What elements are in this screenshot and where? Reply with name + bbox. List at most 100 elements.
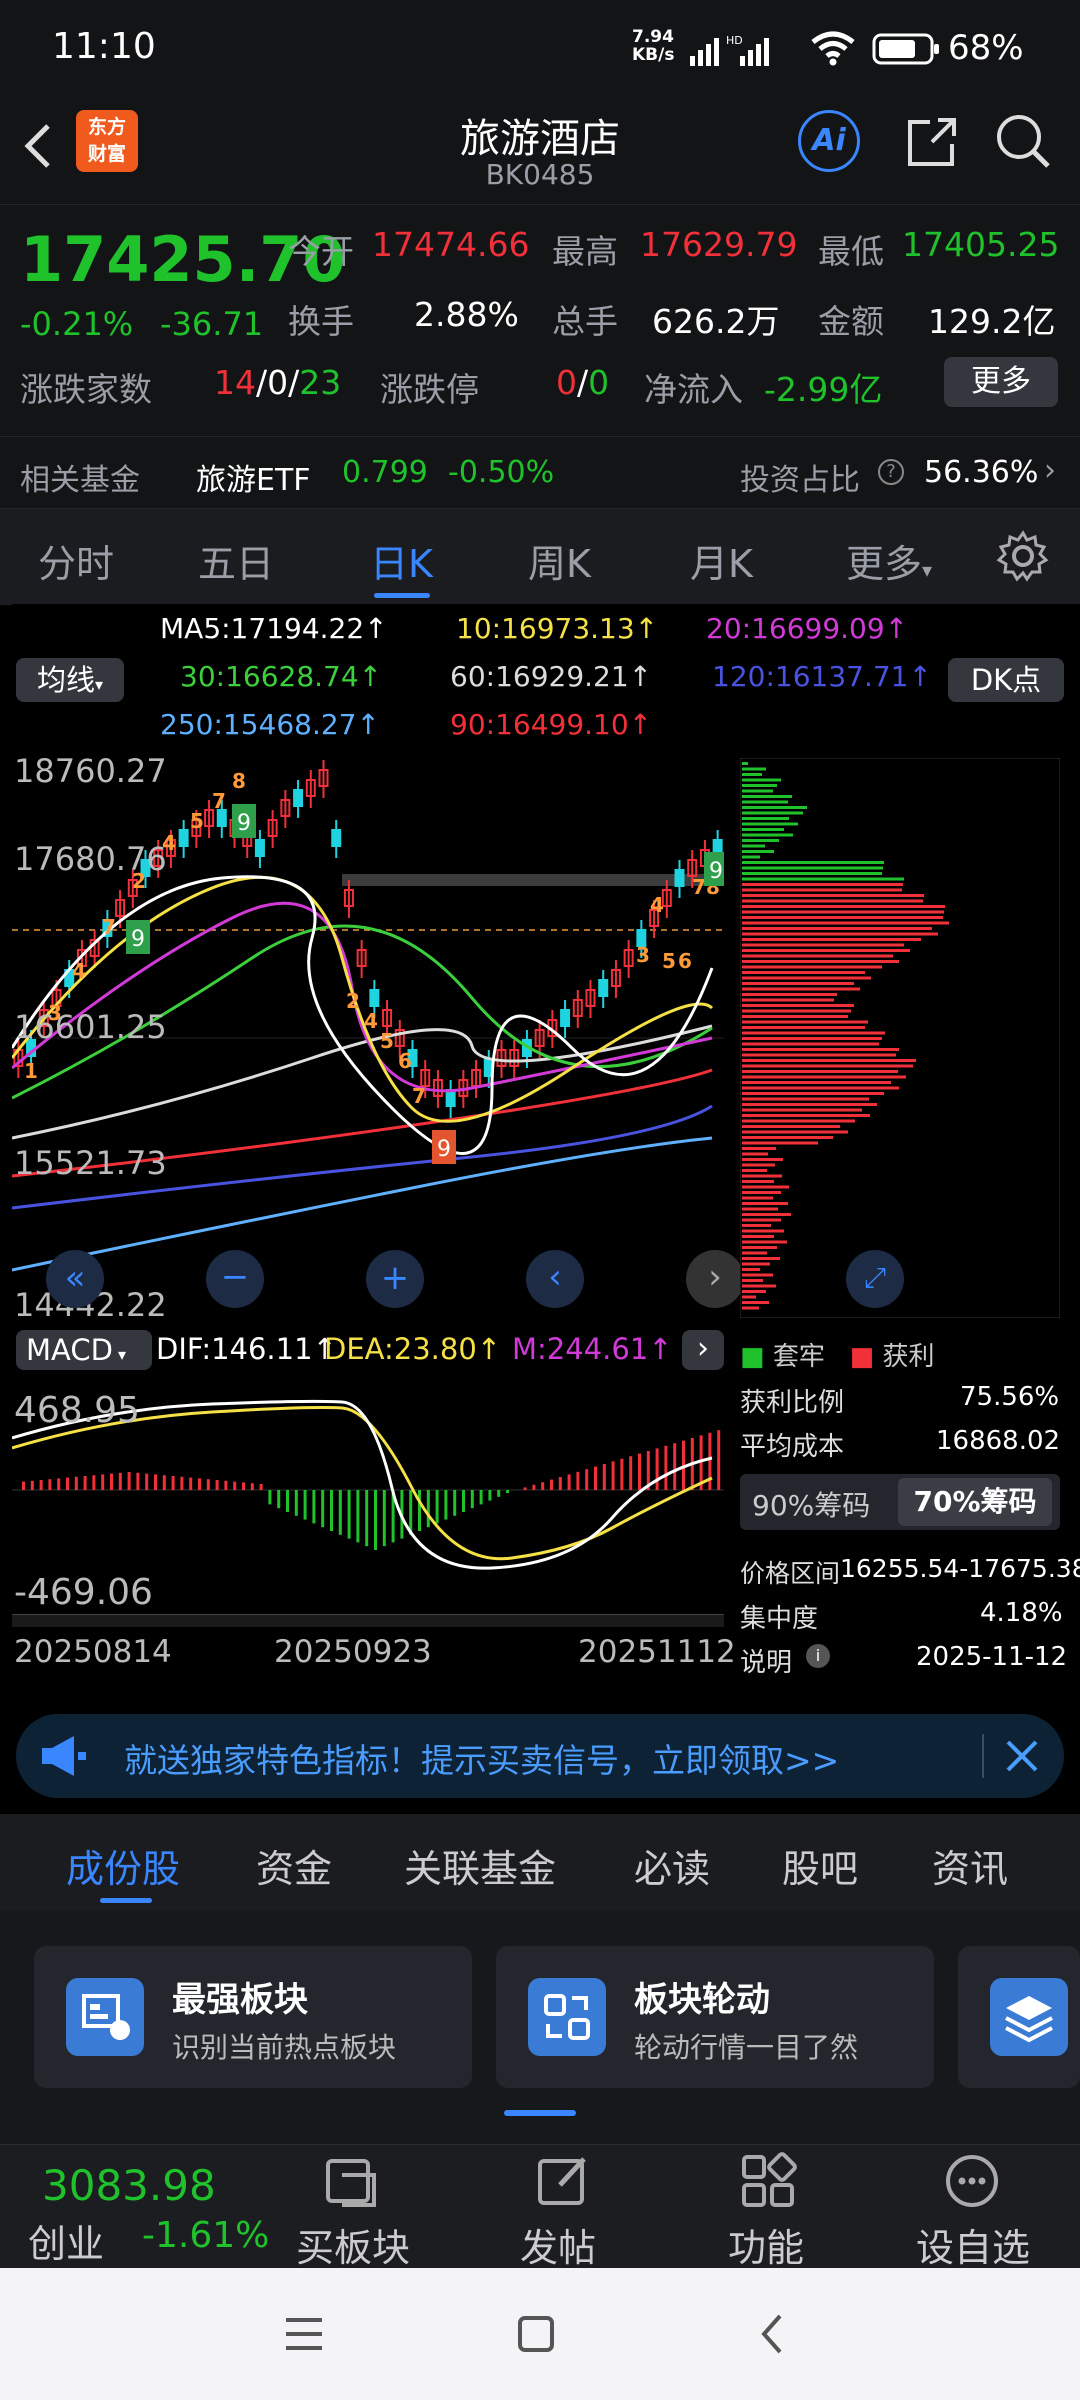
chip-bar bbox=[742, 1218, 781, 1222]
tab-constituents[interactable]: 成份股 bbox=[66, 1838, 180, 1893]
chip-tab-90[interactable]: 90%筹码 bbox=[752, 1484, 870, 1524]
tab-forum[interactable]: 股吧 bbox=[782, 1838, 858, 1893]
zoom-in-icon[interactable]: + bbox=[366, 1250, 424, 1308]
macd-bar bbox=[673, 1443, 677, 1490]
macd-bar bbox=[365, 1490, 369, 1547]
bottom-toolbar: 3083.98 创业 -1.61% 买板块 发帖 功能 设自选 bbox=[0, 2144, 1080, 2272]
menu-icon[interactable] bbox=[282, 2312, 326, 2360]
macd-bar bbox=[321, 1490, 325, 1528]
clock: 11:10 bbox=[52, 26, 156, 67]
open-value: 17474.66 bbox=[372, 225, 530, 264]
ai-button[interactable]: Ai bbox=[798, 110, 860, 172]
tab-daily-k[interactable]: 日K bbox=[370, 533, 433, 588]
chip-bar bbox=[742, 1180, 774, 1183]
macd-bar bbox=[277, 1490, 281, 1509]
macd-bar bbox=[171, 1476, 175, 1490]
ma5-label: MA5:17194.22↑ bbox=[160, 612, 388, 645]
chip-bar bbox=[742, 811, 803, 815]
chip-bar bbox=[742, 1081, 891, 1084]
chip-bar bbox=[742, 982, 854, 985]
chip-bar bbox=[742, 839, 779, 842]
back-nav-icon[interactable] bbox=[752, 2312, 796, 2360]
chip-bar bbox=[742, 1064, 913, 1068]
settings-gear-icon[interactable] bbox=[996, 529, 1050, 587]
chip-tab-70[interactable]: 70%筹码 bbox=[898, 1478, 1052, 1526]
macd-bottom-tick: -469.06 bbox=[14, 1572, 153, 1613]
macd-bar bbox=[30, 1480, 34, 1490]
scroll-right-icon[interactable]: › bbox=[686, 1250, 744, 1308]
tab-must-read[interactable]: 必读 bbox=[634, 1838, 710, 1893]
function-button[interactable]: 功能 bbox=[728, 2217, 804, 2272]
chip-bar bbox=[742, 916, 943, 919]
chip-bar bbox=[742, 1059, 916, 1062]
chip-bar bbox=[742, 1174, 782, 1178]
chip-bar bbox=[742, 1119, 855, 1123]
macd-selector[interactable]: MACD ▾ bbox=[16, 1330, 152, 1370]
tab-intraday[interactable]: 分时 bbox=[38, 533, 114, 588]
tab-more[interactable]: 更多▾ bbox=[846, 533, 932, 588]
svg-text:5: 5 bbox=[190, 809, 204, 833]
tab-capital[interactable]: 资金 bbox=[256, 1838, 332, 1893]
fund-name[interactable]: 旅游ETF bbox=[196, 455, 311, 499]
chip-bar bbox=[742, 1306, 759, 1310]
chip-bar bbox=[742, 833, 793, 837]
divider bbox=[982, 1734, 984, 1778]
add-watchlist-button[interactable]: 设自选 bbox=[916, 2217, 1030, 2272]
macd-dif: DIF:146.11↑ bbox=[156, 1332, 337, 1366]
macd-bar bbox=[585, 1469, 589, 1490]
ma250-label: 250:15468.27↑ bbox=[160, 708, 380, 741]
zoom-out-icon[interactable]: − bbox=[206, 1250, 264, 1308]
date-tick-1: 20250814 bbox=[14, 1634, 172, 1670]
search-icon[interactable] bbox=[994, 112, 1054, 176]
tab-news[interactable]: 资讯 bbox=[932, 1838, 1008, 1893]
svg-text:5: 5 bbox=[662, 949, 676, 973]
chip-distribution-plot bbox=[740, 758, 1060, 1318]
info-icon[interactable]: i bbox=[806, 1644, 830, 1668]
chip-bar bbox=[742, 910, 944, 914]
ma-selector[interactable]: 均线▾ bbox=[16, 658, 124, 702]
card-strongest-sector[interactable]: 最强板块 识别当前热点板块 bbox=[34, 1946, 472, 2088]
card-sector-rotation[interactable]: 板块轮动 轮动行情一目了然 bbox=[496, 1946, 934, 2088]
chip-bar bbox=[742, 1229, 784, 1233]
card-partial[interactable] bbox=[958, 1946, 1080, 2088]
buy-sector-button[interactable]: 买板块 bbox=[296, 2217, 410, 2272]
change-pct: -0.21% bbox=[20, 305, 134, 343]
macd-bar bbox=[303, 1490, 307, 1520]
chip-bar bbox=[742, 905, 945, 908]
tab-weekly-k[interactable]: 周K bbox=[528, 533, 591, 588]
index-value[interactable]: 3083.98 bbox=[42, 2161, 216, 2210]
amount-label: 金额 bbox=[818, 302, 884, 341]
chip-bar bbox=[742, 800, 788, 804]
avg-cost-label: 平均成本 bbox=[740, 1432, 845, 1462]
price-tick-2: 17680.76 bbox=[14, 840, 167, 878]
macd-bar bbox=[717, 1430, 721, 1490]
layers-icon bbox=[990, 1978, 1068, 2056]
more-button[interactable]: 更多 bbox=[944, 357, 1058, 407]
close-icon[interactable] bbox=[1000, 1734, 1044, 1782]
scroll-left-icon[interactable]: ‹ bbox=[526, 1250, 584, 1308]
chip-bar bbox=[742, 767, 766, 771]
promo-banner[interactable]: 就送独家特色指标！提示买卖信号，立即领取>> bbox=[16, 1714, 1064, 1798]
svg-text:7: 7 bbox=[692, 875, 706, 899]
tab-related-funds[interactable]: 关联基金 bbox=[404, 1838, 556, 1893]
chevron-right-icon[interactable]: › bbox=[682, 1330, 724, 1370]
tab-monthly-k[interactable]: 月K bbox=[690, 533, 753, 588]
chip-bar bbox=[742, 1075, 906, 1079]
scroll-left-fast-icon[interactable]: « bbox=[46, 1250, 104, 1308]
home-icon[interactable] bbox=[514, 2312, 558, 2360]
dk-point-button[interactable]: DK点 bbox=[948, 658, 1064, 702]
ratio-label: 投资占比 bbox=[740, 463, 860, 498]
expand-icon[interactable]: ⤢ bbox=[846, 1250, 904, 1308]
tab-five-day[interactable]: 五日 bbox=[198, 533, 274, 588]
macd-bar bbox=[127, 1472, 131, 1490]
help-icon[interactable]: ? bbox=[878, 459, 904, 485]
chip-bar bbox=[742, 1125, 840, 1128]
macd-bar bbox=[206, 1479, 210, 1490]
macd-bar bbox=[294, 1490, 298, 1516]
post-button[interactable]: 发帖 bbox=[520, 2217, 596, 2272]
related-fund-row[interactable]: 相关基金 旅游ETF 0.799 -0.50% 投资占比 ? 56.36% › bbox=[0, 436, 1080, 509]
low-label: 最低 bbox=[818, 232, 884, 271]
ma10-label: 10:16973.13↑ bbox=[456, 612, 659, 645]
share-icon[interactable] bbox=[902, 112, 962, 176]
svg-text:9: 9 bbox=[437, 1137, 451, 1162]
